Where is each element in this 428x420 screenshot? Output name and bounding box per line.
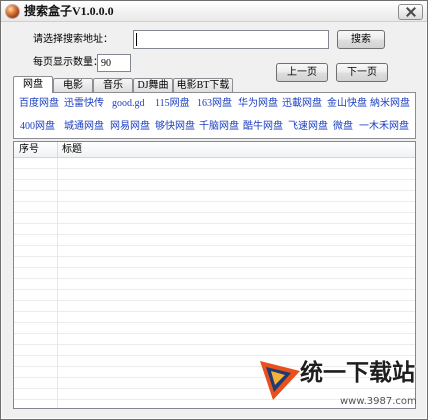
results-list-body	[14, 158, 415, 408]
site-link-xunzai-pan[interactable]: 迅載网盘	[282, 98, 322, 110]
site-link-xunlei-kuaichuan[interactable]: 迅雷快传	[64, 98, 104, 110]
site-link-chengtong-pan[interactable]: 城通网盘	[64, 121, 104, 133]
site-link-qiannao-pan[interactable]: 千脑网盘	[199, 121, 239, 133]
page-size-input[interactable]	[97, 54, 131, 72]
site-link-feisu-pan[interactable]: 飞速网盘	[288, 121, 328, 133]
column-header-title[interactable]: 标题	[58, 142, 178, 157]
app-window: 搜索盒子V1.0.0.0 请选择搜索地址： 搜索 每页显示数量： 上一页 下一页…	[0, 0, 428, 420]
next-page-button[interactable]: 下一页	[336, 63, 388, 82]
window-title: 搜索盒子V1.0.0.0	[24, 4, 114, 18]
close-icon[interactable]	[405, 6, 416, 18]
tab-music[interactable]: 音乐	[93, 78, 133, 93]
close-button[interactable]	[398, 4, 423, 20]
site-link-huawei-pan[interactable]: 华为网盘	[238, 98, 278, 110]
column-header-index[interactable]: 序号	[14, 142, 58, 157]
site-link-baidu-pan[interactable]: 百度网盘	[19, 98, 59, 110]
app-icon	[6, 5, 19, 18]
site-link-weipan[interactable]: 微盘	[333, 121, 353, 133]
search-input[interactable]	[133, 30, 329, 49]
site-link-jinshan-kuaipan[interactable]: 金山快盘	[327, 98, 367, 110]
title-bar: 搜索盒子V1.0.0.0	[1, 1, 427, 22]
text-caret	[136, 33, 137, 46]
tab-dj-music[interactable]: DJ舞曲	[133, 78, 173, 93]
site-link-yimuhe-pan[interactable]: 一木禾网盘	[359, 121, 409, 133]
tab-movie[interactable]: 电影	[53, 78, 93, 93]
site-link-kuniu-pan[interactable]: 酷牛网盘	[243, 121, 283, 133]
site-link-nami-pan[interactable]: 納米网盘	[370, 98, 410, 110]
site-link-115-pan[interactable]: 115网盘	[155, 98, 190, 110]
column-divider	[57, 158, 58, 408]
tab-movie-bt[interactable]: 电影BT下载	[173, 78, 233, 93]
site-link-400-pan[interactable]: 400网盘	[20, 121, 55, 133]
site-link-163-pan[interactable]: 163网盘	[197, 98, 232, 110]
tab-netdisk[interactable]: 网盘	[13, 76, 53, 93]
results-list[interactable]: 序号 标题	[13, 141, 416, 409]
prev-page-button[interactable]: 上一页	[276, 63, 328, 82]
page-size-label: 每页显示数量：	[33, 57, 103, 68]
site-link-gokuai-pan[interactable]: 够快网盘	[155, 121, 195, 133]
results-list-header: 序号 标题	[14, 142, 415, 158]
search-button[interactable]: 搜索	[337, 30, 385, 49]
site-link-good-gd[interactable]: good.gd	[112, 98, 145, 110]
search-address-label: 请选择搜索地址：	[33, 34, 113, 45]
tab-panel: 百度网盘 迅雷快传 good.gd 115网盘 163网盘 华为网盘 迅載网盘 …	[13, 92, 416, 139]
site-link-wangyi-pan[interactable]: 网易网盘	[110, 121, 150, 133]
